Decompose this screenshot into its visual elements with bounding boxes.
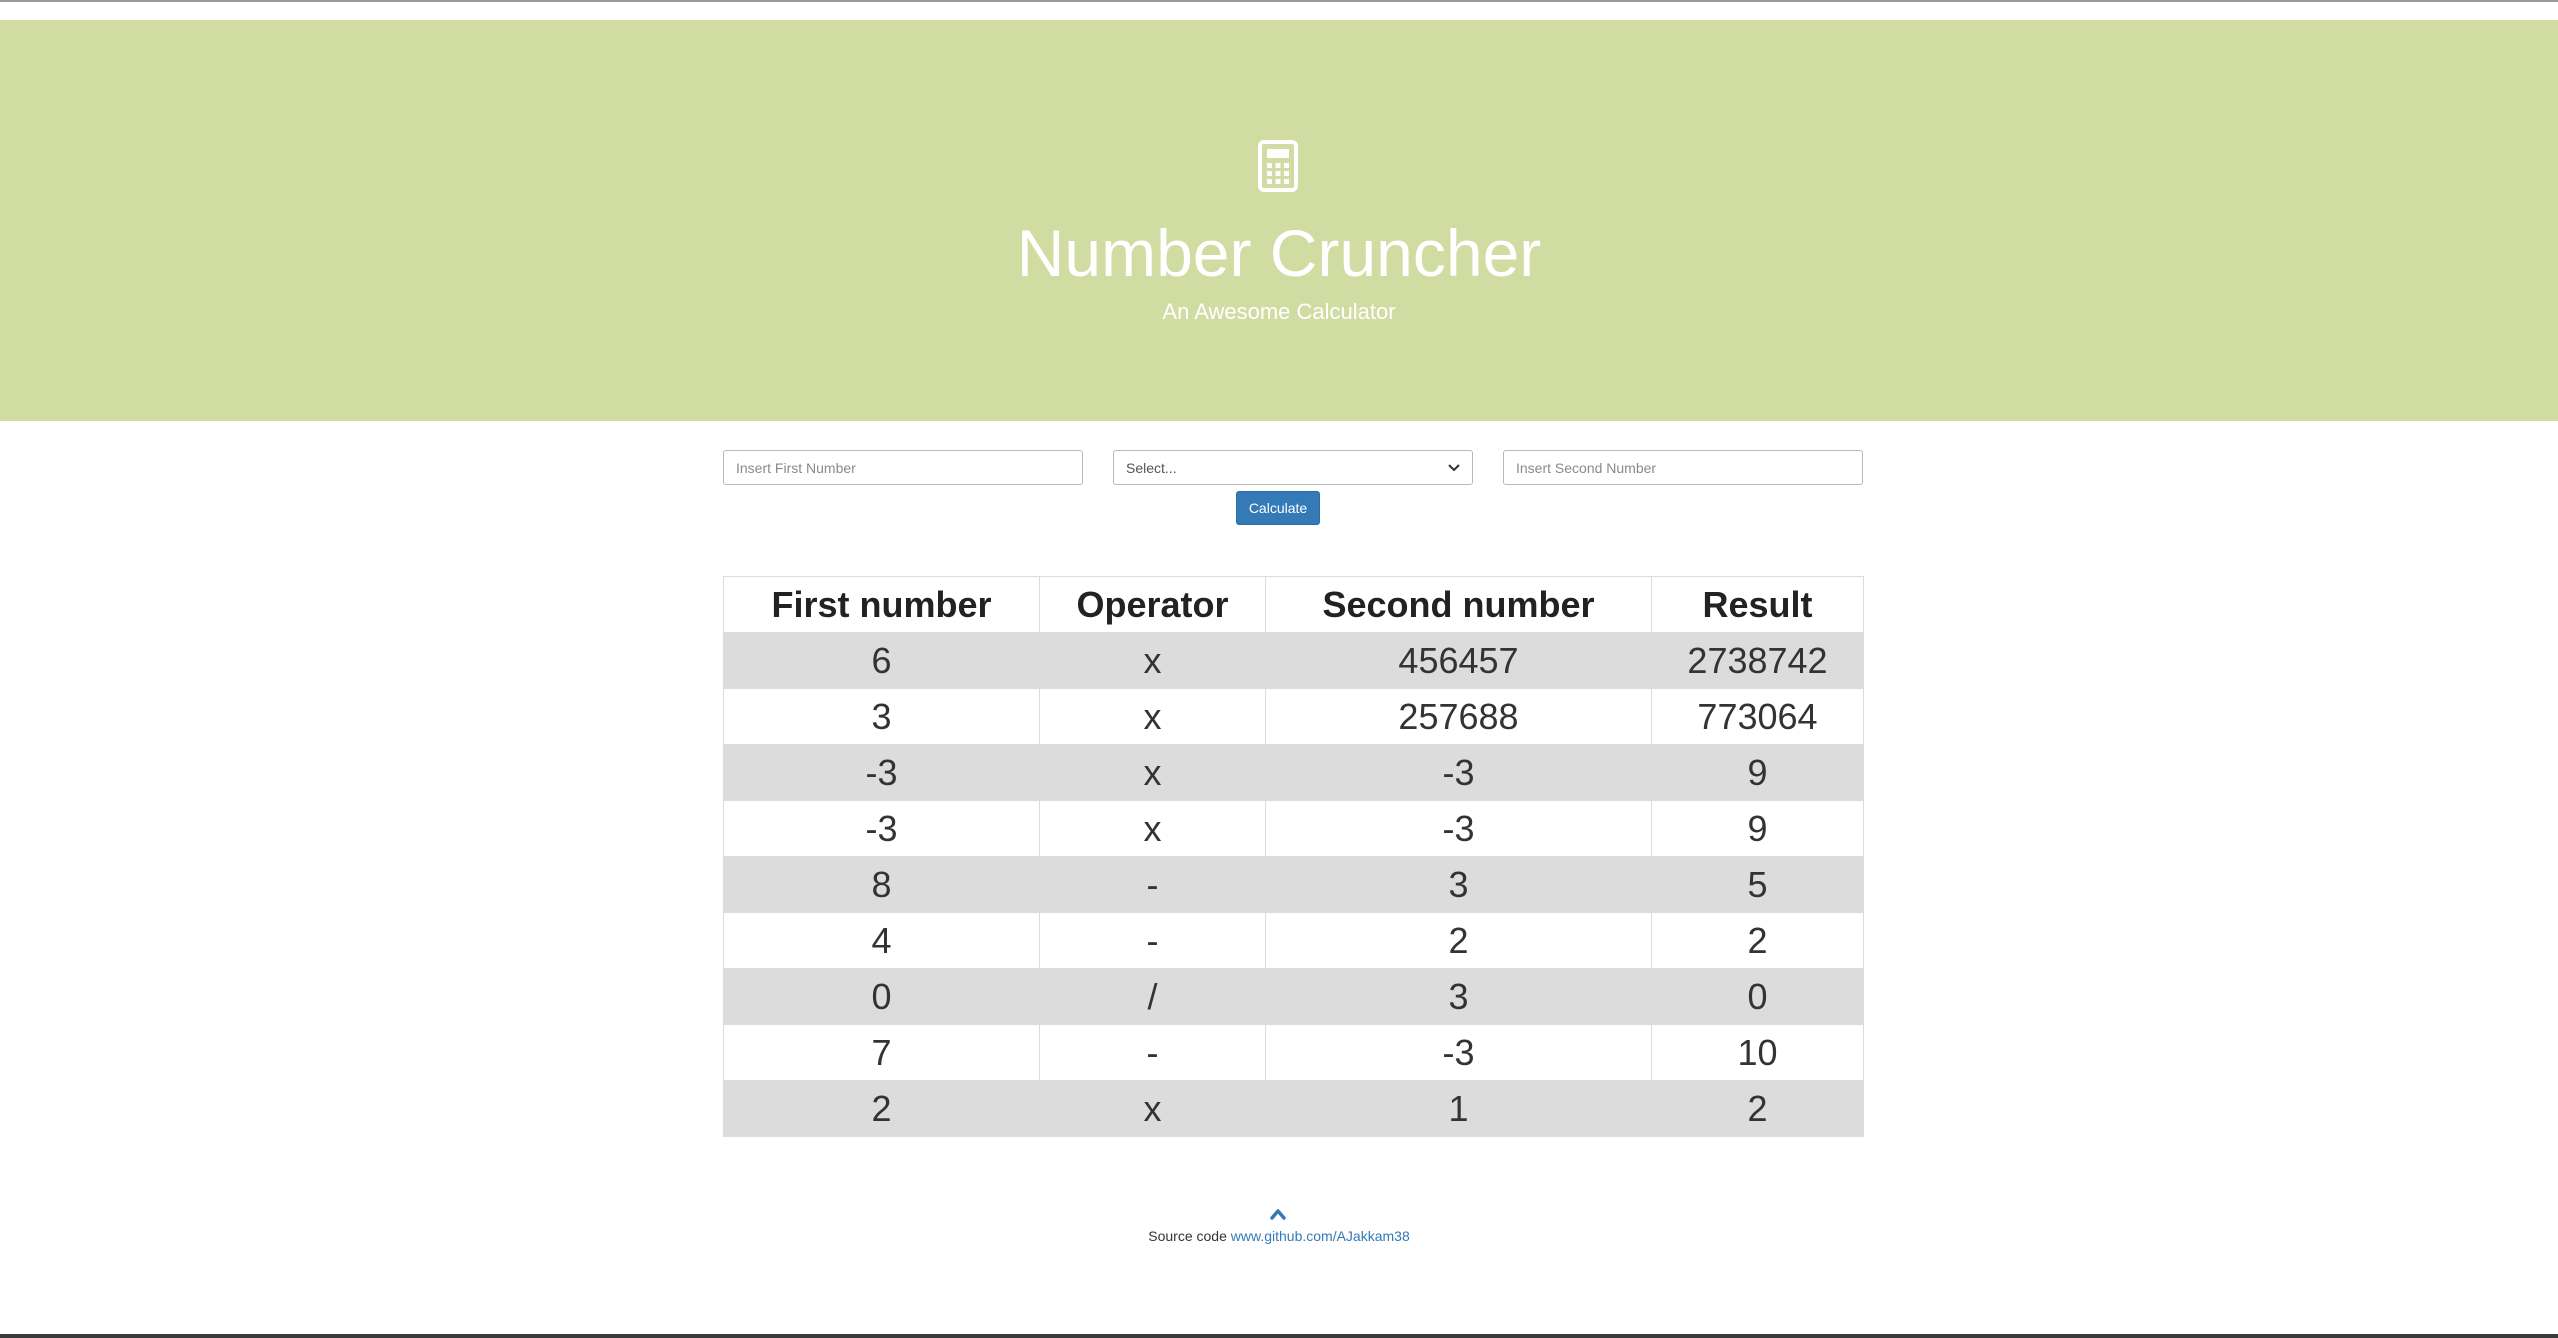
source-code-label: Source code	[1148, 1228, 1227, 1244]
operator-select[interactable]: Select...	[1113, 450, 1473, 485]
cell-operator: x	[1039, 632, 1266, 689]
cell-first-number: 7	[723, 1024, 1040, 1081]
table-row: 4 - 2 2	[723, 912, 1864, 969]
page: Number Cruncher An Awesome Calculator Se…	[0, 0, 2558, 1338]
cell-first-number: 2	[723, 1080, 1040, 1137]
chevron-up-icon[interactable]	[1269, 1207, 1287, 1221]
cell-second-number: 257688	[1265, 688, 1652, 745]
cell-operator: -	[1039, 1024, 1266, 1081]
cell-second-number: 2	[1265, 912, 1652, 969]
column-header-second-number: Second number	[1265, 576, 1652, 633]
table-row: 0 / 3 0	[723, 968, 1864, 1025]
cell-second-number: 3	[1265, 968, 1652, 1025]
hero-header: Number Cruncher An Awesome Calculator	[0, 20, 2558, 421]
page-subtitle: An Awesome Calculator	[1162, 299, 1396, 324]
cell-result: 9	[1651, 800, 1864, 857]
table-row: 7 - -3 10	[723, 1024, 1864, 1081]
cell-second-number: 1	[1265, 1080, 1652, 1137]
table-row: 2 x 1 2	[723, 1080, 1864, 1137]
bottom-divider	[0, 1334, 2558, 1338]
table-row: -3 x -3 9	[723, 744, 1864, 801]
second-number-input[interactable]	[1503, 450, 1863, 485]
cell-result: 2	[1651, 1080, 1864, 1137]
cell-operator: -	[1039, 912, 1266, 969]
table-row: 3 x 257688 773064	[723, 688, 1864, 745]
operator-select-value: Select...	[1126, 459, 1177, 476]
cell-operator: -	[1039, 856, 1266, 913]
cell-first-number: 8	[723, 856, 1040, 913]
cell-first-number: 6	[723, 632, 1040, 689]
cell-first-number: 4	[723, 912, 1040, 969]
top-divider	[0, 0, 2558, 2]
table-header-row: First number Operator Second number Resu…	[723, 576, 1864, 633]
page-title: Number Cruncher	[1016, 216, 1542, 290]
cell-second-number: -3	[1265, 1024, 1652, 1081]
first-number-input[interactable]	[723, 450, 1083, 485]
cell-result: 9	[1651, 744, 1864, 801]
cell-second-number: -3	[1265, 800, 1652, 857]
cell-second-number: 456457	[1265, 632, 1652, 689]
github-link[interactable]: www.github.com/AJakkam38	[1231, 1228, 1410, 1244]
column-header-first-number: First number	[723, 576, 1040, 633]
cell-result: 773064	[1651, 688, 1864, 745]
table-row: -3 x -3 9	[723, 800, 1864, 857]
column-header-operator: Operator	[1039, 576, 1266, 633]
cell-first-number: -3	[723, 800, 1040, 857]
table-row: 8 - 3 5	[723, 856, 1864, 913]
cell-second-number: -3	[1265, 744, 1652, 801]
cell-operator: x	[1039, 800, 1266, 857]
cell-result: 2738742	[1651, 632, 1864, 689]
cell-first-number: 3	[723, 688, 1040, 745]
cell-second-number: 3	[1265, 856, 1652, 913]
cell-first-number: -3	[723, 744, 1040, 801]
column-header-result: Result	[1651, 576, 1864, 633]
calculate-button[interactable]: Calculate	[1236, 491, 1320, 525]
footer: Source code www.github.com/AJakkam38	[0, 1228, 2558, 1244]
table-row: 6 x 456457 2738742	[723, 632, 1864, 689]
cell-operator: x	[1039, 688, 1266, 745]
cell-operator: /	[1039, 968, 1266, 1025]
cell-operator: x	[1039, 1080, 1266, 1137]
cell-result: 0	[1651, 968, 1864, 1025]
cell-operator: x	[1039, 744, 1266, 801]
results-table: First number Operator Second number Resu…	[723, 576, 1864, 1137]
cell-result: 2	[1651, 912, 1864, 969]
cell-first-number: 0	[723, 968, 1040, 1025]
cell-result: 10	[1651, 1024, 1864, 1081]
chevron-down-icon	[1448, 461, 1460, 475]
calculator-icon	[1258, 140, 1298, 192]
cell-result: 5	[1651, 856, 1864, 913]
